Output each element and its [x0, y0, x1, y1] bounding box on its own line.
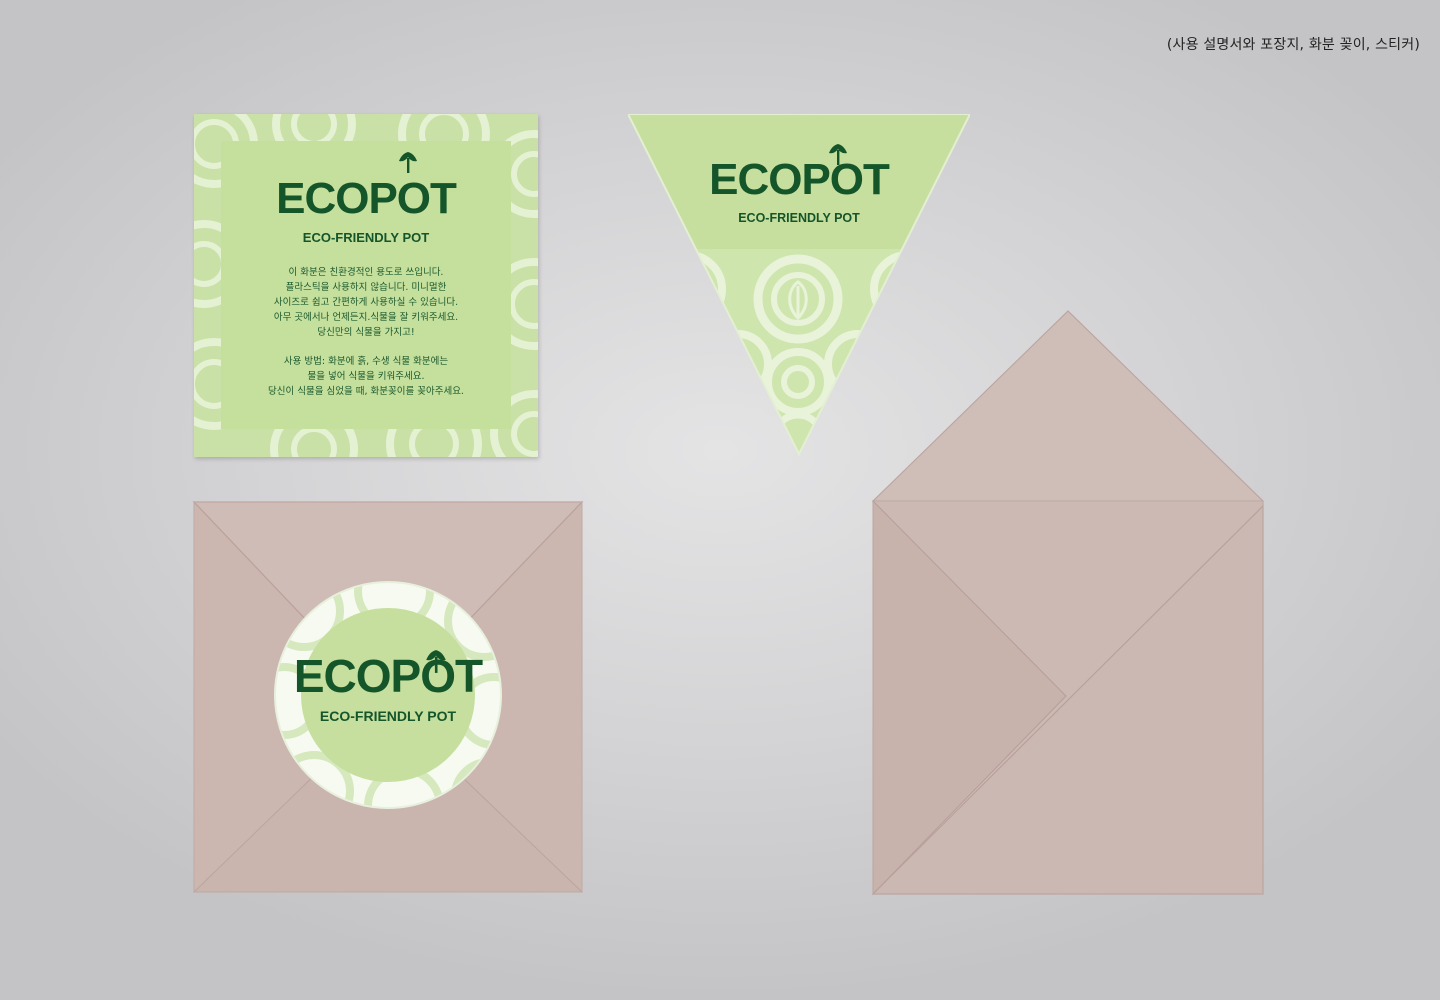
instruction-line: 플라스틱을 사용하지 않습니다. 미니멀한: [285, 282, 447, 293]
leaf-icon: [426, 650, 446, 673]
logo-tagline: ECO-FRIENDLY POT: [302, 230, 430, 245]
usage-line: 물을 넣어 식물을 키워주세요.: [307, 371, 425, 382]
logo-tagline: ECO-FRIENDLY POT: [319, 708, 457, 724]
instruction-line: 이 화분은 친환경적인 용도로 쓰입니다.: [288, 267, 444, 278]
card-instructions: 이 화분은 친환경적인 용도로 쓰입니다. 플라스틱을 사용하지 않습니다. 미…: [221, 265, 511, 399]
logo-tagline: ECO-FRIENDLY POT: [738, 211, 860, 225]
logo-wordmark: ECOPOT: [293, 650, 483, 702]
instruction-line: 사이즈로 쉽고 간편하게 사용하실 수 있습니다.: [273, 297, 459, 308]
logo-wordmark: ECOPOT: [276, 174, 457, 223]
open-envelope: [871, 310, 1265, 896]
caption-text: (사용 설명서와 포장지, 화분 꽂이, 스티커): [1166, 37, 1420, 53]
leaf-icon: [829, 144, 847, 165]
instruction-line: 아무 곳에서나 언제든지.식물을 잘 키워주세요.: [273, 312, 459, 323]
usage-line: 사용 방법: 화분에 흙, 수생 식물 화분에는: [283, 356, 449, 367]
card-logo: ECOPOT ECO-FRIENDLY POT: [221, 174, 511, 245]
card-text-panel: ECOPOT ECO-FRIENDLY POT 이 화분은 친환경적인 용도로 …: [221, 141, 511, 429]
pennant-logo: ECOPOT ECO-FRIENDLY POT: [628, 158, 970, 225]
sticker-logo: ECOPOT ECO-FRIENDLY POT: [274, 653, 502, 723]
usage-line: 당신이 식물을 심었을 때, 화분꽂이를 꽂아주세요.: [268, 386, 464, 397]
instruction-line: 당신만의 식물을 가지고!: [317, 327, 415, 338]
logo-wordmark: ECOPOT: [709, 155, 890, 204]
leaf-icon: [399, 152, 417, 173]
instruction-card: ECOPOT ECO-FRIENDLY POT 이 화분은 친환경적인 용도로 …: [194, 114, 538, 457]
round-sticker: ECOPOT ECO-FRIENDLY POT: [274, 581, 502, 809]
